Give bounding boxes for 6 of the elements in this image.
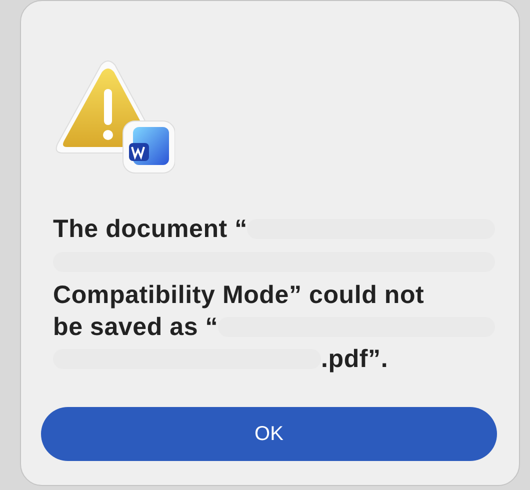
ok-button[interactable]: OK [41,407,497,461]
message-text: The document “ [53,214,248,245]
warning-icon [53,59,175,175]
message-text: .pdf”. [321,344,388,375]
message-text: Compatibility Mode” could not [53,280,424,311]
message-text: be saved as “ [53,312,218,343]
